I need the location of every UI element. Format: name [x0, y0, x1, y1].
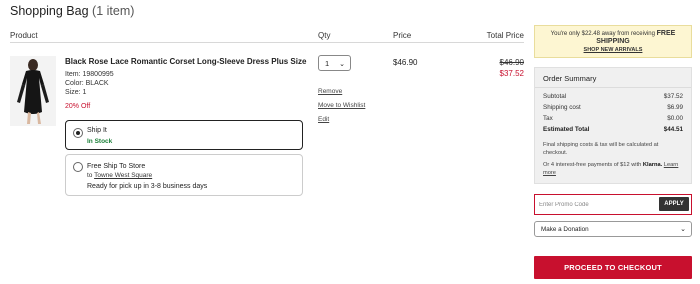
tax-value: $0.00 [667, 115, 683, 122]
product-item-number: Item: 19800995 [65, 71, 114, 78]
total-sale-price: $37.52 [499, 69, 524, 78]
klarna-prefix: Or 4 interest-free payments of $12 with [543, 162, 642, 168]
edit-link[interactable]: Edit [318, 116, 329, 123]
quantity-value: 1 [325, 59, 330, 68]
pickup-info: Ready for pick up in 3-8 business days [87, 183, 208, 190]
chevron-down-icon: ⌄ [339, 61, 345, 68]
proceed-to-checkout-button[interactable]: PROCEED TO CHECKOUT [534, 256, 692, 279]
klarna-logo: Klarna. [642, 162, 663, 168]
ship-it-option[interactable]: Ship It In Stock [65, 120, 303, 150]
page-title: Shopping Bag (1 item) [10, 4, 134, 18]
tax-label: Tax [543, 115, 553, 122]
summary-divider [535, 87, 691, 88]
donation-select[interactable]: Make a Donation ⌄ [534, 221, 692, 237]
shipping-value: $6.99 [667, 104, 683, 111]
ship-it-radio[interactable] [73, 128, 83, 138]
header-divider [10, 42, 524, 43]
free-shipping-banner: You're only $22.48 away from receiving F… [534, 25, 692, 58]
promo-code-box: APPLY [534, 194, 692, 215]
order-summary: Order Summary Subtotal $37.52 Shipping c… [534, 67, 692, 184]
apply-button[interactable]: APPLY [659, 197, 689, 211]
column-header-product: Product [10, 31, 38, 40]
bag-item-count: (1 item) [92, 4, 135, 18]
subtotal-value: $37.52 [663, 93, 683, 100]
column-header-price: Price [393, 31, 412, 40]
order-summary-title: Order Summary [543, 74, 597, 83]
product-size: Size: 1 [65, 89, 87, 96]
klarna-note: Or 4 interest-free payments of $12 with … [543, 162, 683, 177]
remove-link[interactable]: Remove [318, 88, 342, 95]
discount-label: 20% Off [65, 103, 91, 110]
product-color: Color: BLACK [65, 80, 109, 87]
donation-selected: Make a Donation [541, 226, 589, 233]
quantity-select[interactable]: 1 ⌄ [318, 55, 351, 71]
summary-row-subtotal: Subtotal $37.52 [543, 93, 683, 100]
estimated-total-value: $44.51 [663, 126, 683, 133]
total-original-price: $46.90 [499, 58, 524, 67]
subtotal-label: Subtotal [543, 93, 567, 100]
column-header-qty: Qty [318, 31, 331, 40]
product-image[interactable] [10, 56, 56, 126]
shipping-label: Shipping cost [543, 104, 581, 111]
summary-row-estimated-total: Estimated Total $44.51 [543, 126, 683, 133]
chevron-down-icon: ⌄ [680, 226, 686, 233]
stock-status: In Stock [87, 138, 113, 145]
store-name-link[interactable]: Towne West Square [94, 172, 152, 179]
product-name[interactable]: Black Rose Lace Romantic Corset Long-Sle… [65, 57, 306, 66]
column-header-total: Total Price [486, 31, 524, 40]
estimated-total-label: Estimated Total [543, 126, 590, 133]
promo-code-input[interactable] [539, 198, 659, 211]
ship-it-title: Ship It [87, 127, 107, 134]
bag-title-text: Shopping Bag [10, 4, 89, 18]
ship-to-store-option[interactable]: Free Ship To Store to Towne West Square … [65, 154, 303, 196]
move-to-wishlist-link[interactable]: Move to Wishlist [318, 102, 365, 109]
shop-new-arrivals-link[interactable]: SHOP NEW ARRIVALS [535, 46, 691, 54]
unit-price: $46.90 [393, 58, 418, 67]
free-shipping-message: You're only $22.48 away from receiving [550, 31, 655, 37]
ship-to-store-radio[interactable] [73, 162, 83, 172]
summary-row-tax: Tax $0.00 [543, 115, 683, 122]
store-line: to Towne West Square [87, 172, 152, 179]
shipping-tax-note: Final shipping costs & tax will be calcu… [543, 142, 659, 156]
summary-row-shipping: Shipping cost $6.99 [543, 104, 683, 111]
ship-to-store-title: Free Ship To Store [87, 163, 146, 170]
